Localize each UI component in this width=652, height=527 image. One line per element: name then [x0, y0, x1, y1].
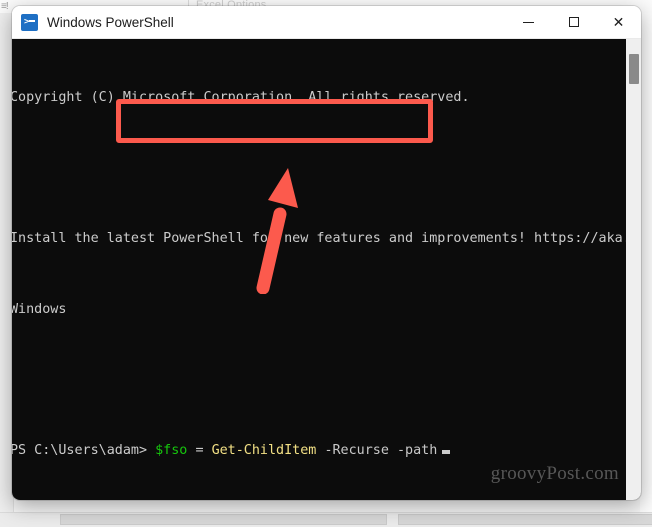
powershell-icon-underscore — [29, 20, 35, 22]
command-cmdlet: Get-ChildItem — [211, 442, 317, 458]
screenshot-root: ≡! Excel Options > Windows PowerShell — [0, 0, 652, 527]
command-operator: = — [195, 442, 204, 458]
close-button[interactable]: ✕ — [596, 6, 641, 38]
watermark: groovyPost.com — [490, 463, 619, 484]
background-sheet-tab — [398, 514, 652, 525]
console-prompt: PS C:\Users\adam> — [12, 442, 148, 458]
powershell-window: > Windows PowerShell ✕ Copyright (C) Mic… — [12, 6, 641, 500]
console-scrollbar[interactable] — [626, 39, 641, 500]
window-titlebar[interactable]: > Windows PowerShell ✕ — [12, 6, 641, 39]
background-menu-icon: ≡! — [1, 1, 9, 12]
console-scrollbar-thumb[interactable] — [629, 54, 639, 84]
maximize-button[interactable] — [551, 6, 596, 38]
command-param-recurse: -Recurse — [324, 442, 389, 458]
console-line-install-notice: Install the latest PowerShell for new fe… — [12, 231, 641, 246]
powershell-icon-chevron: > — [24, 17, 30, 27]
window-controls: ✕ — [506, 6, 641, 38]
console-command-line[interactable]: PS C:\Users\adam> $fso = Get-ChildItem -… — [12, 439, 627, 463]
maximize-icon — [568, 17, 579, 27]
close-icon: ✕ — [612, 14, 625, 30]
command-param-path: -path — [397, 442, 438, 458]
background-right-rail — [640, 13, 652, 527]
console-line-blank — [12, 368, 627, 392]
window-title: Windows PowerShell — [47, 14, 174, 30]
console-output-area[interactable]: Copyright (C) Microsoft Corporation. All… — [12, 39, 641, 500]
text-cursor — [442, 449, 451, 454]
console-line-copyright: Copyright (C) Microsoft Corporation. All… — [12, 90, 470, 105]
console-text: Copyright (C) Microsoft Corporation. All… — [12, 39, 641, 500]
console-line-blank — [12, 157, 627, 181]
minimize-button[interactable] — [506, 6, 551, 38]
console-line-install-notice-wrap: Windows — [12, 301, 67, 317]
command-variable: $fso — [155, 442, 188, 458]
background-sheet-tab — [60, 514, 387, 525]
powershell-icon: > — [21, 13, 38, 31]
minimize-icon — [523, 21, 534, 23]
